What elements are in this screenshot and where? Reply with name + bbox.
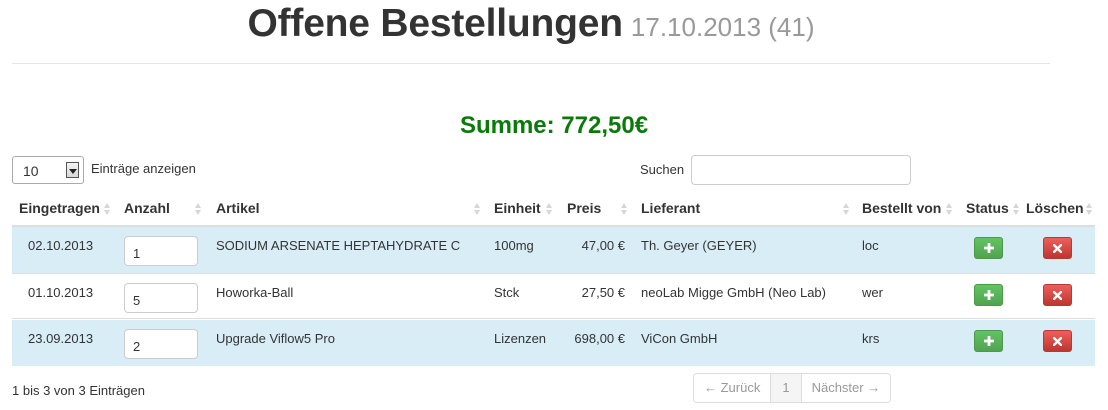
- sort-icon: [1086, 202, 1093, 216]
- cell-artikel: SODIUM ARSENATE HEPTAHYDRATE C: [216, 238, 461, 253]
- search-label: Suchen: [640, 162, 685, 177]
- entries-length-select[interactable]: 10: [12, 156, 84, 184]
- table-row: 23.09.2013 Upgrade Viflow5 Pro Lizenzen …: [12, 320, 1095, 366]
- title-divider: [12, 63, 1050, 64]
- pagination: ← Zurück 1 Nächster →: [693, 373, 892, 403]
- sort-icon: [1013, 202, 1020, 216]
- cell-artikel: Howorka-Ball: [216, 285, 294, 300]
- cell-bestellt-von: wer: [862, 285, 883, 300]
- cell-eingetragen: 02.10.2013: [28, 238, 94, 253]
- quantity-input[interactable]: [124, 329, 198, 359]
- plus-icon: [983, 290, 994, 300]
- summe-total: Summe: 772,50€: [459, 112, 649, 139]
- table-row: 02.10.2013 SODIUM ARSENATE HEPTAHYDRATE …: [12, 227, 1095, 273]
- sort-icon: [195, 202, 202, 216]
- page-title-text: Offene Bestellungen: [247, 2, 623, 45]
- search-input[interactable]: [691, 155, 911, 185]
- delete-button[interactable]: [1043, 237, 1072, 259]
- column-header-anzahl[interactable]: Anzahl: [124, 200, 170, 216]
- entries-length-label: Einträge anzeigen: [91, 161, 196, 176]
- column-header-loeschen[interactable]: Löschen: [1026, 200, 1084, 216]
- cell-lieferant: ViCon GmbH: [641, 331, 718, 346]
- cell-lieferant: neoLab Migge GmbH (Neo Lab): [641, 285, 826, 300]
- sort-icon: [104, 202, 111, 216]
- quantity-input[interactable]: [124, 283, 198, 313]
- column-header-eingetragen[interactable]: Eingetragen: [19, 200, 100, 216]
- cell-eingetragen: 01.10.2013: [28, 285, 94, 300]
- x-icon: [1053, 290, 1062, 300]
- page-title: Offene Bestellungen 17.10.2013 (41): [0, 2, 1062, 46]
- column-header-einheit[interactable]: Einheit: [494, 200, 541, 216]
- pagination-page-1[interactable]: 1: [770, 374, 801, 402]
- status-add-button[interactable]: [974, 284, 1003, 306]
- pagination-prev-button[interactable]: ← Zurück: [694, 374, 771, 402]
- cell-bestellt-von: krs: [862, 331, 880, 346]
- cell-einheit: 100mg: [494, 238, 534, 253]
- cell-lieferant: Th. Geyer (GEYER): [641, 238, 757, 253]
- pagination-next-button[interactable]: Nächster →: [800, 374, 891, 402]
- column-header-preis[interactable]: Preis: [567, 200, 601, 216]
- status-add-button[interactable]: [974, 237, 1003, 259]
- table-row: 01.10.2013 Howorka-Ball Stck 27,50 € neo…: [12, 273, 1095, 319]
- delete-button[interactable]: [1043, 284, 1072, 306]
- x-icon: [1053, 336, 1062, 346]
- cell-eingetragen: 23.09.2013: [28, 331, 94, 346]
- cell-einheit: Lizenzen: [494, 331, 547, 346]
- sort-icon: [946, 202, 953, 216]
- sort-icon: [474, 202, 481, 216]
- column-header-status[interactable]: Status: [966, 200, 1009, 216]
- sort-icon: [546, 202, 553, 216]
- page-subtitle: 17.10.2013 (41): [630, 12, 815, 42]
- column-header-bestellt-von[interactable]: Bestellt von: [862, 200, 941, 216]
- cell-preis: 698,00 €: [574, 331, 625, 346]
- cell-einheit: Stck: [494, 285, 520, 300]
- cell-artikel: Upgrade Viflow5 Pro: [216, 331, 335, 346]
- plus-icon: [983, 243, 994, 253]
- sort-icon: [621, 202, 628, 216]
- quantity-input[interactable]: [124, 236, 198, 266]
- entries-length-value: 10: [23, 163, 39, 179]
- cell-preis: 47,00 €: [581, 238, 625, 253]
- delete-button[interactable]: [1043, 330, 1072, 352]
- cell-preis: 27,50 €: [581, 285, 625, 300]
- dropdown-arrow-icon[interactable]: [66, 162, 79, 178]
- status-add-button[interactable]: [974, 330, 1003, 352]
- plus-icon: [983, 336, 994, 346]
- column-header-artikel[interactable]: Artikel: [216, 200, 260, 216]
- x-icon: [1053, 243, 1062, 253]
- table-info: 1 bis 3 von 3 Einträgen: [12, 383, 145, 398]
- column-header-lieferant[interactable]: Lieferant: [641, 200, 700, 216]
- cell-bestellt-von: loc: [862, 238, 879, 253]
- sort-icon: [843, 202, 850, 216]
